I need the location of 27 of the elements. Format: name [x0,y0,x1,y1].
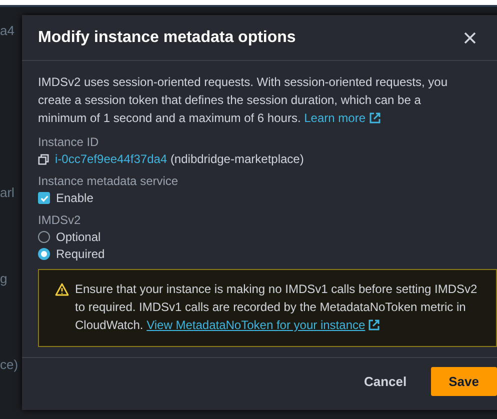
radio-button[interactable] [38,231,50,243]
field-label: IMDSv2 [38,213,82,227]
background-text: arl [0,185,14,200]
checkbox-label: Enable [56,191,94,205]
copy-icon[interactable] [38,154,49,164]
background-text: ce) [0,357,18,372]
checkbox[interactable] [38,192,50,204]
instance-name: (ndibdridge-marketplace) [170,152,304,166]
warning-text: Ensure that your instance is making no IMDSv1 calls before setting IMDSv2 to required. IMDSv1 calls are recorded by the MetadataNoToken metric in CloudWatch. View MetadataNoToken for your instance [75,281,478,334]
radio-label: Required [56,247,105,261]
radio-button[interactable] [38,248,50,260]
instance-id-link[interactable]: i-0cc7ef9ee44f37da4 [55,152,168,166]
external-link-icon [368,112,380,124]
cancel-button[interactable]: Cancel [360,368,411,395]
intro-text: IMDSv2 uses session-oriented requests. With session-oriented requests, you create a session token that defines the session duration, which can be a minimum of 1 second and a maximum of 6 hours. Learn more [38,74,449,127]
external-link-icon [368,319,380,331]
dialog-title: Modify instance metadata options [38,28,296,46]
background-text: a4 [0,23,14,38]
metadata-link[interactable]: View MetadataNoToken for your instance [146,318,380,332]
warning-icon [55,283,69,296]
field-label: Instance metadata service [38,174,180,188]
save-button[interactable]: Save [430,367,497,396]
close-icon[interactable] [463,30,477,44]
learn-more-link[interactable]: Learn more [304,111,380,125]
field-label: Instance ID [38,135,100,149]
radio-label: Optional [56,230,101,244]
background-text: g [0,271,8,286]
